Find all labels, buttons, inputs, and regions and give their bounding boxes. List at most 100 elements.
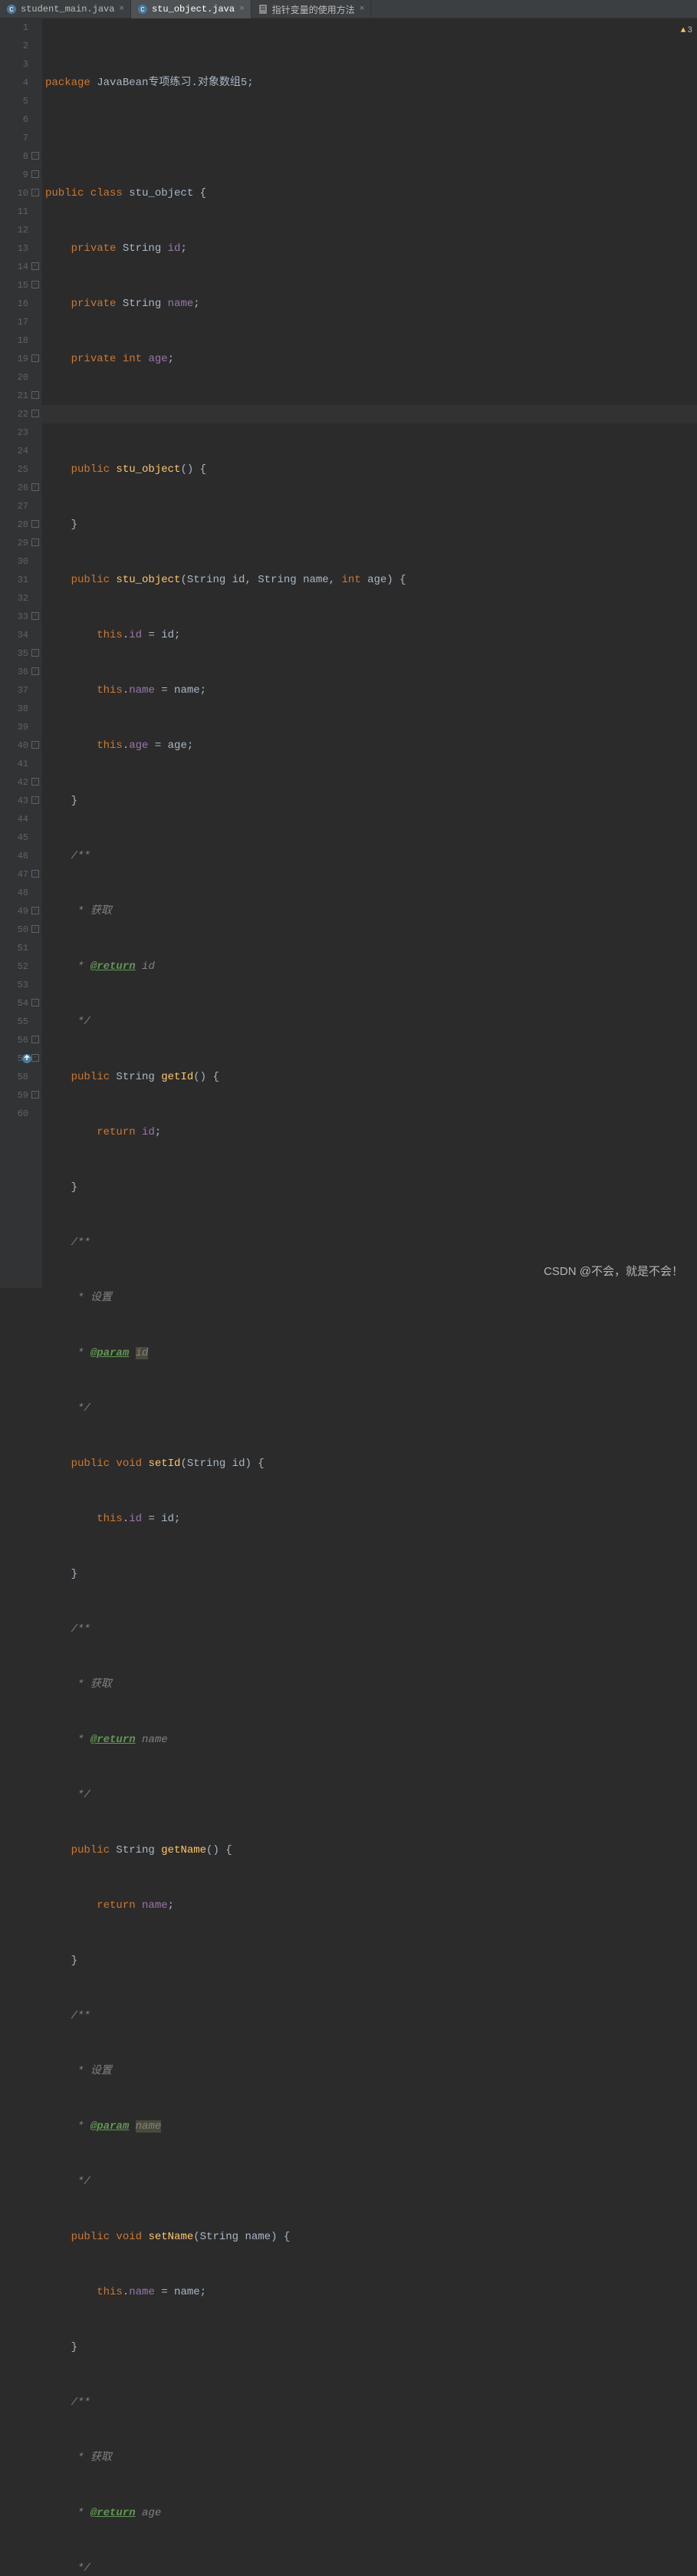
code-line: * 获取 [42, 2449, 697, 2467]
line-number: 54- [0, 994, 28, 1013]
code-editor[interactable]: 1 2 3 4 5 6 7 8- 9- 10- 11 12 13 14- 15-… [0, 18, 697, 1288]
code-line: this.id = id; [42, 626, 697, 644]
code-line: } [42, 516, 697, 534]
code-line: */ [42, 2172, 697, 2191]
fold-icon[interactable]: - [31, 741, 39, 749]
code-line: this.name = name; [42, 681, 697, 700]
tab-label: 指针变量的使用方法 [272, 3, 355, 16]
fold-icon[interactable]: - [31, 778, 39, 786]
fold-icon[interactable]: - [31, 152, 39, 160]
line-number: 23 [0, 423, 28, 442]
line-number: 60 [0, 1105, 28, 1123]
line-number: 28- [0, 516, 28, 534]
tab-stu-object[interactable]: C stu_object.java × [131, 0, 252, 18]
fold-icon[interactable]: - [31, 170, 39, 178]
tab-pointer-doc[interactable]: 指针变量的使用方法 × [252, 0, 372, 18]
code-line: * @return age [42, 2504, 697, 2522]
line-number: 51 [0, 939, 28, 957]
code-line: } [42, 2338, 697, 2357]
fold-icon[interactable]: - [31, 410, 39, 417]
line-number: 7 [0, 129, 28, 147]
override-icon[interactable] [21, 1052, 32, 1063]
code-line: public stu_object() { [42, 460, 697, 479]
line-number: 1 [0, 18, 28, 37]
fold-icon[interactable]: - [31, 796, 39, 804]
code-line: * @return id [42, 957, 697, 976]
code-line: public void setId(String id) { [42, 1454, 697, 1473]
fold-icon[interactable]: - [31, 539, 39, 546]
code-line: public String getId() { [42, 1068, 697, 1086]
code-line: */ [42, 1013, 697, 1031]
code-line: return id; [42, 1123, 697, 1141]
fold-icon[interactable]: - [31, 391, 39, 399]
code-line: this.name = name; [42, 2283, 697, 2301]
fold-icon[interactable]: - [31, 907, 39, 914]
line-number: 35- [0, 644, 28, 663]
line-number: 2 [0, 37, 28, 55]
fold-icon[interactable]: - [31, 281, 39, 288]
fold-icon[interactable]: - [31, 354, 39, 362]
fold-icon[interactable]: - [31, 925, 39, 933]
fold-icon[interactable]: - [31, 667, 39, 675]
line-number: 36- [0, 663, 28, 681]
line-number: 53 [0, 976, 28, 994]
code-line: */ [42, 1399, 697, 1418]
tab-label: stu_object.java [152, 4, 235, 15]
line-number: 20 [0, 368, 28, 387]
code-line: * 获取 [42, 1675, 697, 1694]
java-class-icon: C [6, 4, 17, 15]
line-number: 17 [0, 313, 28, 331]
line-number: 4 [0, 74, 28, 92]
code-line: * 获取 [42, 902, 697, 921]
fold-icon[interactable]: - [31, 870, 39, 878]
code-line [42, 129, 697, 147]
code-line: /** [42, 2393, 697, 2412]
code-line: private int age; [42, 350, 697, 368]
close-icon[interactable]: × [360, 5, 365, 14]
code-line: } [42, 1178, 697, 1197]
fold-icon[interactable]: - [31, 999, 39, 1006]
line-number: 42- [0, 773, 28, 792]
fold-icon[interactable]: - [31, 612, 39, 620]
line-number: 18 [0, 331, 28, 350]
line-number: 58 [0, 1068, 28, 1086]
fold-icon[interactable]: - [31, 520, 39, 528]
tab-student-main[interactable]: C student_main.java × [0, 0, 131, 18]
code-line: public class stu_object { [42, 184, 697, 203]
line-number: 29- [0, 534, 28, 552]
line-number: 48 [0, 884, 28, 902]
line-number: 24 [0, 442, 28, 460]
warning-badge[interactable]: ▲3 [681, 21, 692, 40]
fold-icon[interactable]: - [31, 1036, 39, 1043]
code-line: * 设置 [42, 1289, 697, 1307]
fold-icon[interactable]: - [31, 262, 39, 270]
line-number: 8- [0, 147, 28, 166]
code-line: this.age = age; [42, 736, 697, 755]
fold-icon[interactable]: - [31, 189, 39, 196]
fold-icon[interactable]: - [31, 1091, 39, 1099]
tab-label: student_main.java [21, 4, 114, 15]
code-line: } [42, 1952, 697, 1970]
line-number: 6 [0, 110, 28, 129]
fold-icon[interactable]: - [31, 1054, 39, 1062]
code-line: } [42, 792, 697, 810]
fold-icon[interactable]: - [31, 649, 39, 657]
line-number: 13 [0, 239, 28, 258]
line-number: 41 [0, 755, 28, 773]
code-area[interactable]: ▲3 package JavaBean专项练习.对象数组5; public cl… [42, 18, 697, 1288]
code-line: return name; [42, 1896, 697, 1915]
svg-text:C: C [9, 6, 14, 14]
code-line: private String name; [42, 295, 697, 313]
line-number: 32 [0, 589, 28, 608]
close-icon[interactable]: × [119, 5, 124, 14]
line-number: 59- [0, 1086, 28, 1105]
line-number: 38 [0, 700, 28, 718]
line-number: 21- [0, 387, 28, 405]
line-number: 11 [0, 203, 28, 221]
fold-icon[interactable]: - [31, 483, 39, 491]
line-number: 31 [0, 571, 28, 589]
watermark: CSDN @不会，就是不会！ [544, 1263, 683, 1279]
close-icon[interactable]: × [239, 5, 245, 14]
line-number: 43- [0, 792, 28, 810]
line-number: 37 [0, 681, 28, 700]
